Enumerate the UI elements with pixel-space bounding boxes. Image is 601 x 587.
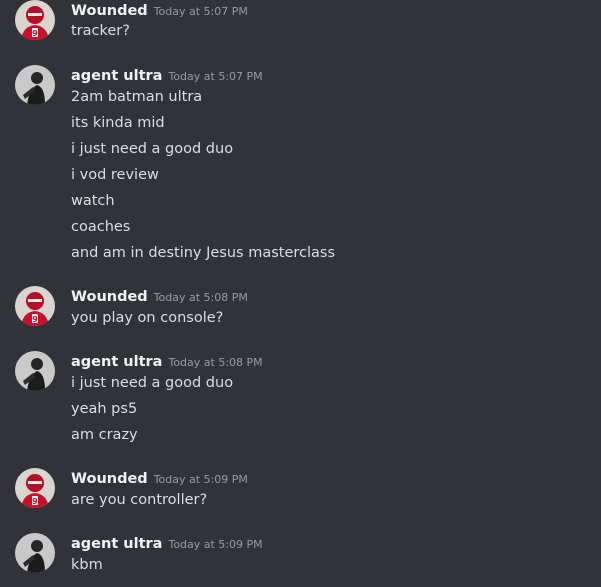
svg-text:9: 9 <box>32 497 38 506</box>
message-text: kbm <box>71 557 103 573</box>
username[interactable]: Wounded <box>71 3 148 19</box>
message-text: its kinda mid <box>71 115 165 131</box>
message-text: tracker? <box>71 23 130 39</box>
message-header: Wounded Today at 5:07 PM <box>71 0 248 22</box>
dark-figure-icon <box>15 533 55 573</box>
avatar-agent-ultra[interactable] <box>15 65 55 105</box>
avatar-wounded[interactable]: 9 <box>15 468 55 508</box>
message-text: 2am batman ultra <box>71 89 203 105</box>
avatar-agent-ultra[interactable] <box>15 533 55 573</box>
timestamp[interactable]: Today at 5:08 PM <box>168 356 262 369</box>
message-text: and am in destiny Jesus masterclass <box>71 245 336 261</box>
message-text: yeah ps5 <box>71 401 138 417</box>
dark-figure-icon <box>15 65 55 105</box>
username[interactable]: Wounded <box>71 471 148 487</box>
username[interactable]: agent ultra <box>71 354 162 370</box>
message-text: watch <box>71 193 115 209</box>
message-text: i vod review <box>71 167 159 183</box>
svg-text:9: 9 <box>32 29 38 38</box>
timestamp[interactable]: Today at 5:07 PM <box>168 70 262 83</box>
dark-figure-icon <box>15 351 55 391</box>
svg-text:9: 9 <box>32 315 38 324</box>
message-header: agent ultra Today at 5:08 PM <box>71 351 263 373</box>
avatar-wounded[interactable]: 9 <box>15 0 55 40</box>
message-text: coaches <box>71 219 131 235</box>
chat-message-list: 9 Wounded Today at 5:07 PM tracker? agent… <box>0 0 601 587</box>
timestamp[interactable]: Today at 5:09 PM <box>168 538 262 551</box>
message-text: i just need a good duo <box>71 375 234 391</box>
username[interactable]: Wounded <box>71 289 148 305</box>
message-text: am crazy <box>71 427 138 443</box>
avatar-wounded[interactable]: 9 <box>15 286 55 326</box>
avatar-agent-ultra[interactable] <box>15 351 55 391</box>
message-header: agent ultra Today at 5:07 PM <box>71 65 263 87</box>
football-player-icon: 9 <box>15 0 55 40</box>
message-text: you play on console? <box>71 310 224 326</box>
username[interactable]: agent ultra <box>71 68 162 84</box>
timestamp[interactable]: Today at 5:08 PM <box>154 291 248 304</box>
message-header: Wounded Today at 5:08 PM <box>71 286 248 308</box>
message-text: are you controller? <box>71 492 208 508</box>
timestamp[interactable]: Today at 5:07 PM <box>154 5 248 18</box>
message-header: agent ultra Today at 5:09 PM <box>71 533 263 555</box>
message-header: Wounded Today at 5:09 PM <box>71 468 248 490</box>
football-player-icon: 9 <box>15 468 55 508</box>
username[interactable]: agent ultra <box>71 536 162 552</box>
timestamp[interactable]: Today at 5:09 PM <box>154 473 248 486</box>
football-player-icon: 9 <box>15 286 55 326</box>
message-text: i just need a good duo <box>71 141 234 157</box>
